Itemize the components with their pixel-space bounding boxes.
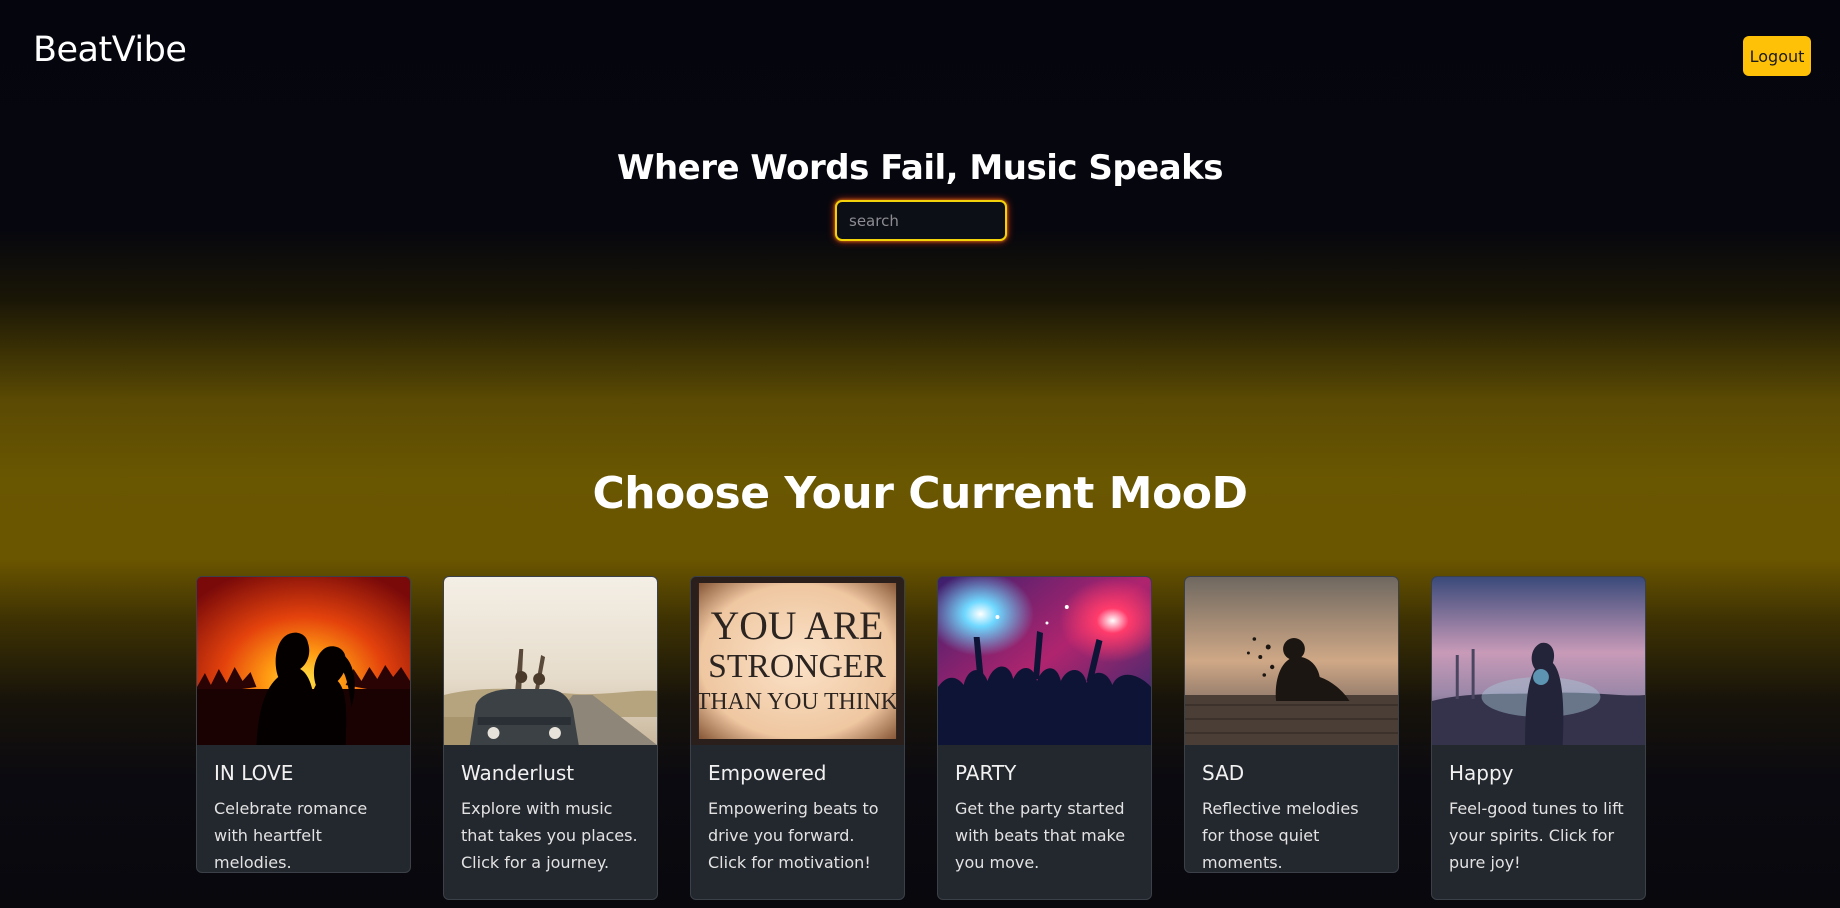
mood-card-title: Empowered [708, 761, 827, 785]
mood-card-title: SAD [1202, 761, 1245, 785]
mood-cards: IN LOVE Celebrate romance with heartfelt… [196, 576, 1648, 908]
mood-card-text: Celebrate romance with heartfelt melodie… [214, 799, 368, 872]
mood-card-happy[interactable]: Happy Feel-good tunes to lift your spiri… [1431, 576, 1646, 900]
hero-title: Where Words Fail, Music Speaks [616, 148, 1224, 188]
mood-card-text: Reflective melodies for those quiet mome… [1202, 799, 1359, 872]
svg-text:YOU ARE: YOU ARE [711, 604, 884, 648]
mood-image-party [938, 577, 1151, 745]
mood-card-party[interactable]: PARTY Get the party started with beats t… [937, 576, 1152, 900]
mood-card-sad[interactable]: SAD Reflective melodies for those quiet … [1184, 576, 1399, 873]
mood-card-empowered[interactable]: YOU ARE STRONGER THAN YOU THINK Empowere… [690, 576, 905, 900]
mood-card-text: Feel-good tunes to lift your spirits. Cl… [1449, 799, 1624, 872]
mood-card-title: Happy [1449, 761, 1514, 785]
mood-card-title: Wanderlust [461, 761, 575, 785]
mood-image-wanderlust [444, 577, 657, 745]
mood-section-title: Choose Your Current MooD [592, 468, 1248, 519]
mood-card-title: PARTY [955, 761, 1017, 785]
mood-card-text: Get the party started with beats that ma… [955, 799, 1126, 872]
mood-image-sad [1185, 577, 1398, 745]
mood-image-happy [1432, 577, 1645, 745]
mood-card-wanderlust[interactable]: Wanderlust Explore with music that takes… [443, 576, 658, 900]
search-input[interactable] [835, 200, 1007, 241]
mood-card-title: IN LOVE [214, 761, 294, 785]
mood-card-in-love[interactable]: IN LOVE Celebrate romance with heartfelt… [196, 576, 411, 873]
mood-image-empowered: YOU ARE STRONGER THAN YOU THINK [691, 577, 904, 745]
top-navbar: BeatVibe Logout [0, 0, 1840, 110]
logout-button[interactable]: Logout [1743, 36, 1811, 76]
mood-image-in-love [197, 577, 410, 745]
brand-logo[interactable]: BeatVibe [33, 30, 187, 70]
svg-text:THAN YOU THINK: THAN YOU THINK [696, 689, 898, 715]
mood-card-text: Empowering beats to drive you forward. C… [708, 799, 879, 872]
svg-text:STRONGER: STRONGER [708, 648, 886, 685]
mood-card-text: Explore with music that takes you places… [461, 799, 638, 872]
